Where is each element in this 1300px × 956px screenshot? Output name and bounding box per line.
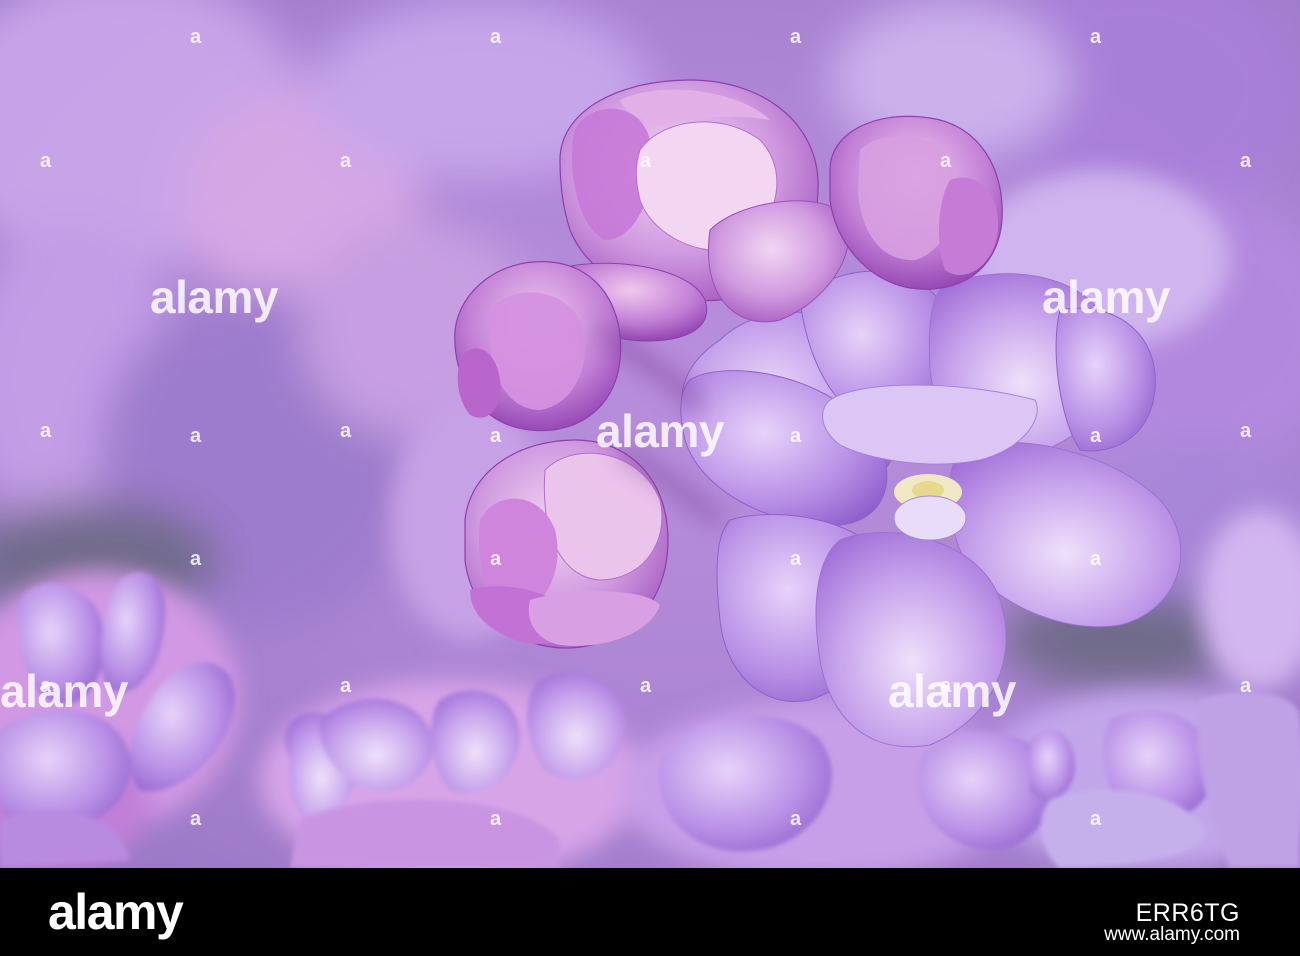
alamy-logo: alamy: [48, 884, 184, 940]
stock-footer-bar: alamy ERR6TG www.alamy.com: [0, 868, 1300, 956]
site-url: www.alamy.com: [1104, 924, 1240, 945]
lilac-photo: a a a a a a a a a a a a a a a a a a a a …: [0, 0, 1300, 868]
lilac-illustration: [0, 0, 1300, 868]
image-stage: a a a a a a a a a a a a a a a a a a a a …: [0, 0, 1300, 956]
